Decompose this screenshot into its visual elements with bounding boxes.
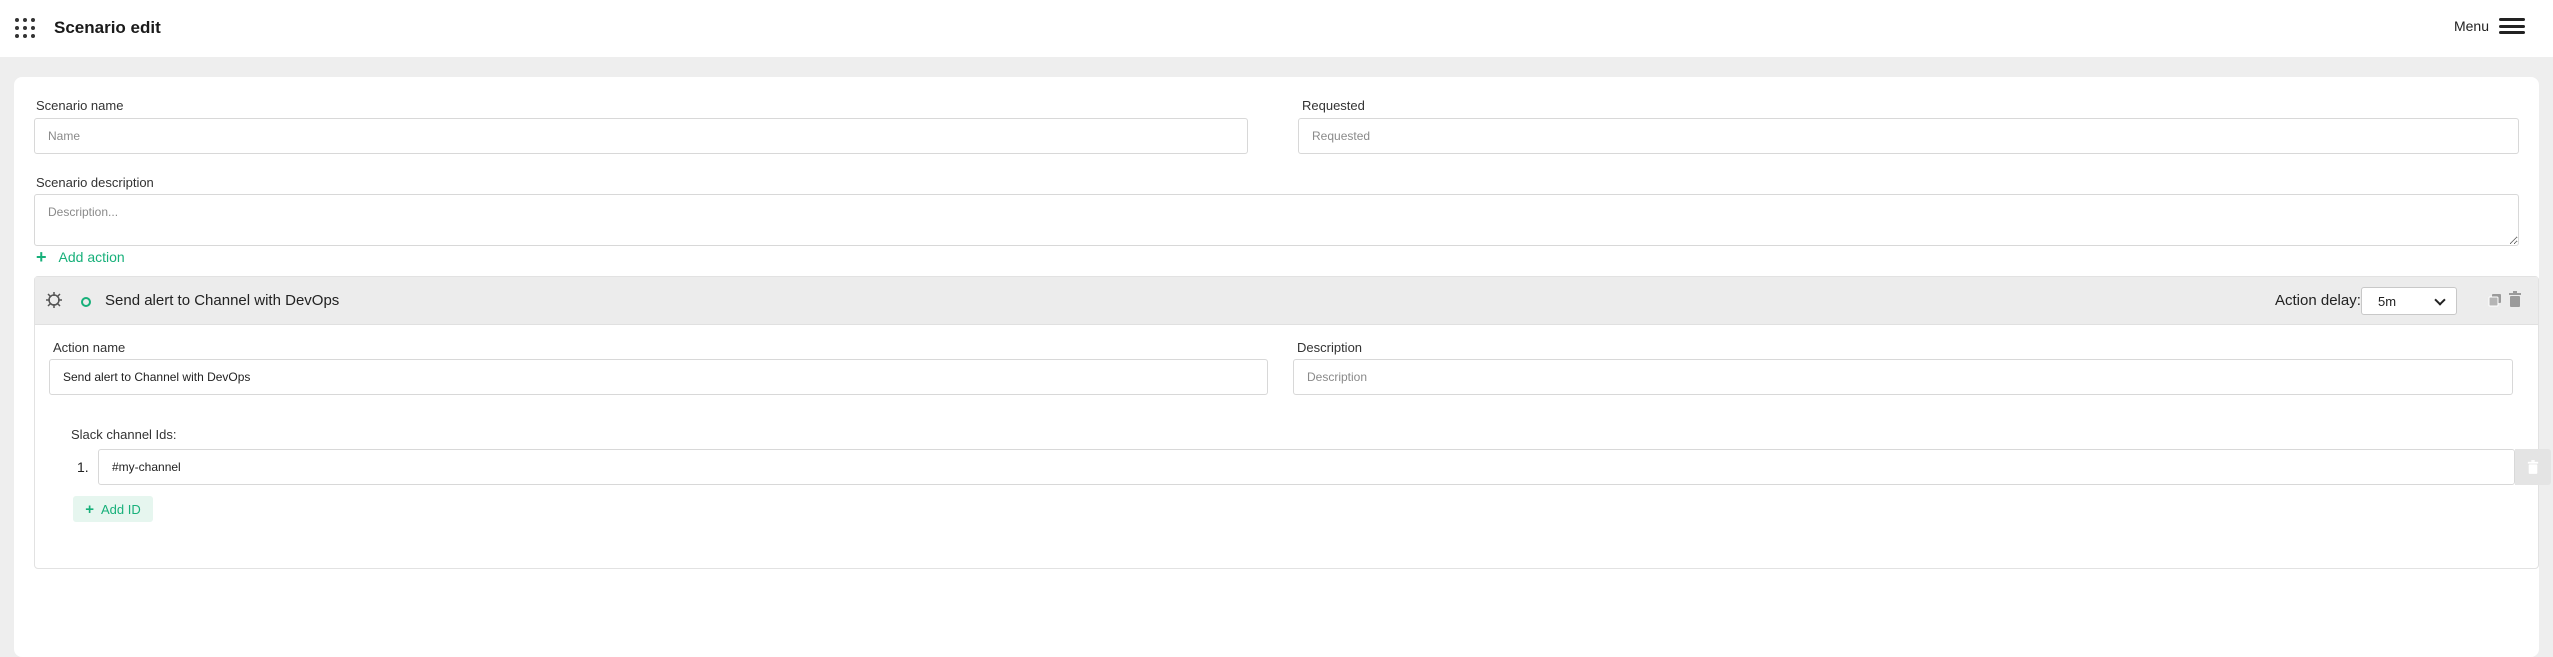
channel-id-input[interactable] — [98, 449, 2515, 485]
add-action-label: Add action — [58, 249, 125, 265]
status-circle-icon — [81, 297, 91, 307]
menu-label: Menu — [2453, 18, 2489, 34]
trash-icon — [2527, 460, 2539, 474]
scenario-name-input[interactable] — [34, 118, 1248, 154]
action-delay-label: Action delay: — [2275, 292, 2361, 309]
action-delay-value: 5m — [2378, 294, 2397, 309]
add-action-button[interactable]: + Add action — [36, 248, 125, 266]
page-title: Scenario edit — [54, 18, 161, 37]
drag-handle-icon[interactable] — [45, 291, 63, 309]
trash-icon[interactable] — [2508, 291, 2522, 307]
add-id-label: Add ID — [101, 501, 141, 517]
action-description-input[interactable] — [1293, 359, 2513, 395]
action-delay-select[interactable]: 5m — [2361, 287, 2457, 315]
action-header[interactable]: Send alert to Channel with DevOps Action… — [35, 277, 2538, 325]
action-name-input[interactable] — [49, 359, 1268, 395]
scenario-name-label: Scenario name — [36, 98, 124, 113]
top-bar: Scenario edit Menu — [0, 0, 2553, 57]
scenario-description-input[interactable] — [34, 194, 2519, 246]
plus-icon: + — [36, 247, 47, 267]
scenario-card: Scenario name Requested Scenario descrip… — [14, 77, 2551, 657]
action-name-label: Action name — [53, 340, 126, 355]
apps-grid-icon[interactable] — [15, 18, 35, 38]
chevron-down-icon — [2434, 294, 2446, 306]
channel-index: 1. — [77, 459, 89, 475]
hamburger-menu-icon — [2499, 18, 2525, 34]
requested-label: Requested — [1302, 98, 1365, 113]
slack-channel-ids-label: Slack channel Ids: — [71, 427, 177, 442]
action-title: Send alert to Channel with DevOps — [105, 292, 340, 309]
action-panel: Send alert to Channel with DevOps Action… — [34, 276, 2551, 569]
copy-icon[interactable] — [2488, 293, 2502, 307]
add-id-button[interactable]: + Add ID — [73, 496, 153, 522]
delete-channel-button[interactable] — [2515, 449, 2551, 485]
menu-button[interactable]: Menu — [2454, 18, 2525, 34]
scenario-description-label: Scenario description — [36, 175, 154, 190]
requested-input[interactable] — [1298, 118, 2519, 154]
plus-icon: + — [85, 500, 94, 518]
action-description-label: Description — [1297, 340, 1363, 355]
